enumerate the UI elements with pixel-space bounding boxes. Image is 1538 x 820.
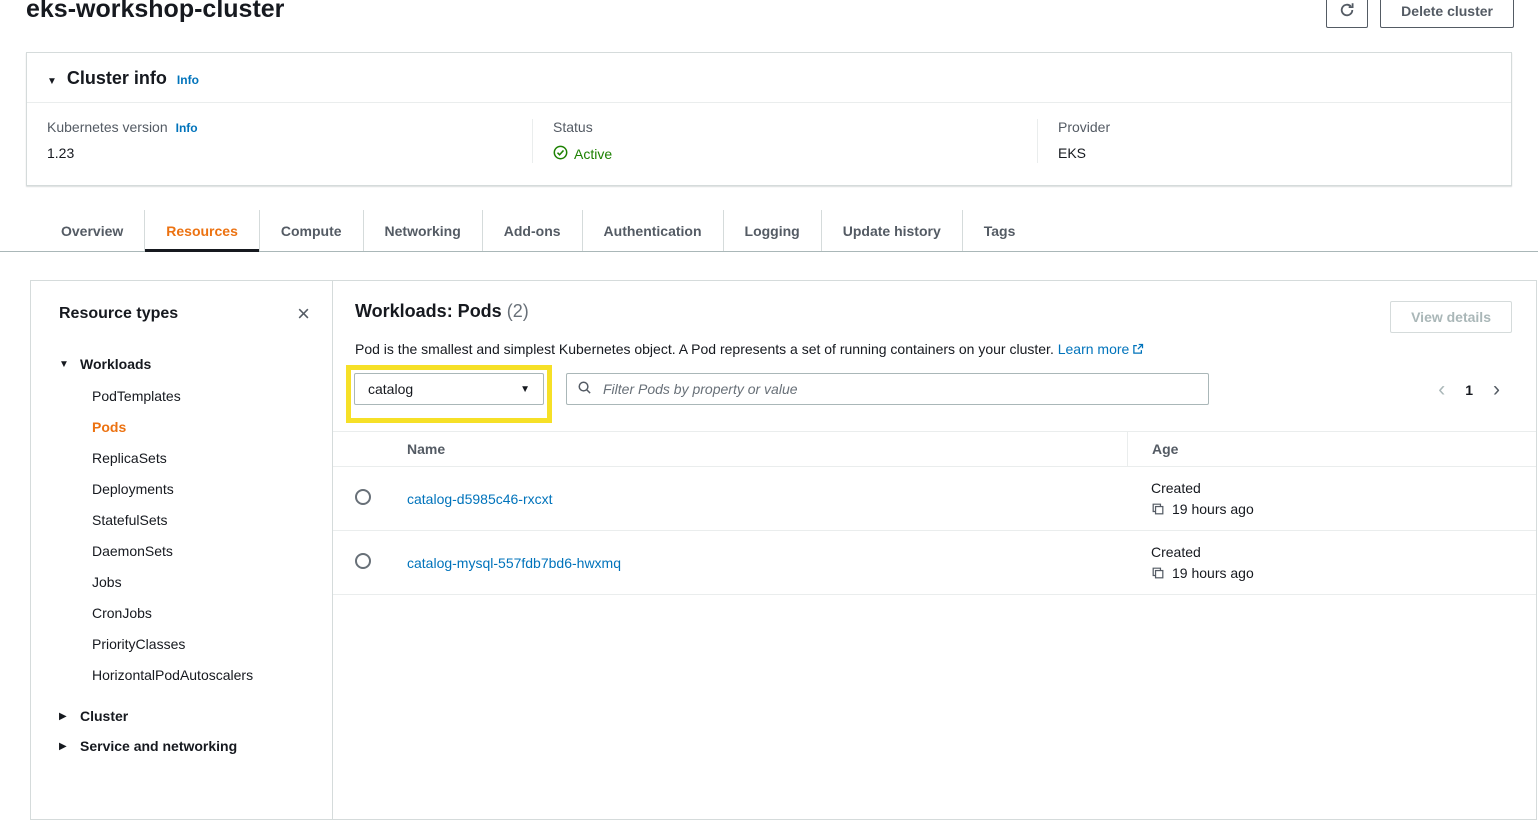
row-select-radio[interactable] <box>355 553 371 569</box>
tab-overview[interactable]: Overview <box>40 210 144 251</box>
status-value: Active <box>553 145 1017 163</box>
dropdown-selected-value: catalog <box>368 381 413 397</box>
chevron-left-icon[interactable]: ‹ <box>1438 379 1445 400</box>
kubernetes-version-info-link[interactable]: Info <box>176 121 198 135</box>
created-label: Created <box>1151 480 1536 496</box>
status-label: Status <box>553 119 1017 135</box>
search-input[interactable] <box>601 380 1198 398</box>
tab-tags[interactable]: Tags <box>962 210 1037 251</box>
sidebar-item-horizontalpodautoscalers[interactable]: HorizontalPodAutoscalers <box>45 660 318 691</box>
status-check-icon <box>553 145 568 163</box>
resource-tree: ▼ Workloads PodTemplates Pods ReplicaSet… <box>45 349 318 761</box>
copy-icon[interactable] <box>1151 502 1165 516</box>
table-row: catalog-d5985c46-rxcxt Created 19 hours … <box>333 467 1536 531</box>
learn-more-link[interactable]: Learn more <box>1058 341 1145 357</box>
sidebar-item-replicasets[interactable]: ReplicaSets <box>45 443 318 474</box>
sidebar-item-daemonsets[interactable]: DaemonSets <box>45 536 318 567</box>
collapse-triangle-icon: ▼ <box>47 76 57 87</box>
pods-count: (2) <box>507 301 529 321</box>
cluster-info-body: Kubernetes version Info 1.23 Status Acti… <box>27 103 1511 185</box>
triangle-right-icon: ▶ <box>59 711 69 722</box>
pods-heading: Workloads: Pods (2) <box>355 301 529 322</box>
triangle-down-icon: ▼ <box>59 359 69 370</box>
tab-compute[interactable]: Compute <box>259 210 363 251</box>
tree-section-service-networking[interactable]: ▶ Service and networking <box>45 731 318 761</box>
cluster-info-header[interactable]: ▼ Cluster info Info <box>27 53 1511 103</box>
tab-authentication[interactable]: Authentication <box>582 210 723 251</box>
pods-description: Pod is the smallest and simplest Kuberne… <box>355 341 1512 357</box>
namespace-filter-dropdown[interactable]: catalog ▼ <box>354 373 544 405</box>
pod-name-link[interactable]: catalog-mysql-557fdb7bd6-hwxmq <box>407 555 621 571</box>
sidebar-header: Resource types × <box>45 303 318 325</box>
current-page[interactable]: 1 <box>1465 382 1473 398</box>
sidebar-title: Resource types <box>59 305 178 323</box>
page-header: eks-workshop-cluster Delete cluster <box>0 0 1538 28</box>
provider-value: EKS <box>1058 145 1491 161</box>
cluster-info-card: ▼ Cluster info Info Kubernetes version I… <box>26 52 1512 186</box>
cluster-info-title: Cluster info <box>67 68 167 89</box>
tab-add-ons[interactable]: Add-ons <box>482 210 582 251</box>
close-icon[interactable]: × <box>297 303 310 325</box>
name-column-header: Name <box>407 441 1127 457</box>
provider-label: Provider <box>1058 119 1491 135</box>
tab-logging[interactable]: Logging <box>723 210 821 251</box>
tab-update-history[interactable]: Update history <box>821 210 962 251</box>
workloads-items: PodTemplates Pods ReplicaSets Deployment… <box>45 381 318 691</box>
provider-field: Provider EKS <box>1037 119 1511 163</box>
caret-down-icon: ▼ <box>520 384 530 395</box>
refresh-button[interactable] <box>1326 0 1368 28</box>
pods-main-panel: Workloads: Pods (2) View details Pod is … <box>333 281 1536 819</box>
age-value: 19 hours ago <box>1172 565 1254 581</box>
tree-section-workloads[interactable]: ▼ Workloads <box>45 349 318 379</box>
cluster-tabs: Overview Resources Compute Networking Ad… <box>0 210 1538 252</box>
triangle-right-icon: ▶ <box>59 741 69 752</box>
cluster-info-info-link[interactable]: Info <box>177 73 199 87</box>
age-column-header: Age <box>1127 432 1536 466</box>
created-label: Created <box>1151 544 1536 560</box>
pod-name-link[interactable]: catalog-d5985c46-rxcxt <box>407 491 553 507</box>
kubernetes-version-label: Kubernetes version Info <box>47 119 512 135</box>
sidebar-item-priorityclasses[interactable]: PriorityClasses <box>45 629 318 660</box>
header-actions: Delete cluster <box>1326 0 1514 28</box>
table-header-row: Name Age <box>333 431 1536 467</box>
tab-resources[interactable]: Resources <box>144 210 259 251</box>
refresh-icon <box>1339 2 1355 21</box>
table-row: catalog-mysql-557fdb7bd6-hwxmq Created 1… <box>333 531 1536 595</box>
tree-section-cluster[interactable]: ▶ Cluster <box>45 701 318 731</box>
row-select-radio[interactable] <box>355 489 371 505</box>
sidebar-item-deployments[interactable]: Deployments <box>45 474 318 505</box>
resource-types-sidebar: Resource types × ▼ Workloads PodTemplate… <box>31 281 333 819</box>
filter-row: catalog ▼ ‹ 1 › <box>355 369 1512 423</box>
sidebar-item-pods[interactable]: Pods <box>45 412 318 443</box>
sidebar-item-cronjobs[interactable]: CronJobs <box>45 598 318 629</box>
age-value: 19 hours ago <box>1172 501 1254 517</box>
pods-table: Name Age catalog-d5985c46-rxcxt Created <box>333 431 1536 595</box>
kubernetes-version-value: 1.23 <box>47 145 512 161</box>
sidebar-item-podtemplates[interactable]: PodTemplates <box>45 381 318 412</box>
copy-icon[interactable] <box>1151 566 1165 580</box>
pods-filter-search[interactable] <box>566 373 1209 405</box>
sidebar-item-jobs[interactable]: Jobs <box>45 567 318 598</box>
resources-panel: Resource types × ▼ Workloads PodTemplate… <box>30 280 1537 820</box>
annotation-highlight-box: catalog ▼ <box>346 365 552 423</box>
sidebar-item-statefulsets[interactable]: StatefulSets <box>45 505 318 536</box>
pods-header: Workloads: Pods (2) View details <box>355 301 1512 333</box>
search-icon <box>577 380 592 398</box>
status-field: Status Active <box>532 119 1037 163</box>
page-title: eks-workshop-cluster <box>26 0 284 26</box>
pagination: ‹ 1 › <box>1438 379 1512 400</box>
tab-networking[interactable]: Networking <box>363 210 482 251</box>
kubernetes-version-field: Kubernetes version Info 1.23 <box>27 119 532 163</box>
view-details-button[interactable]: View details <box>1390 301 1512 333</box>
delete-cluster-button[interactable]: Delete cluster <box>1380 0 1514 28</box>
external-link-icon <box>1129 341 1144 357</box>
chevron-right-icon[interactable]: › <box>1493 379 1500 400</box>
